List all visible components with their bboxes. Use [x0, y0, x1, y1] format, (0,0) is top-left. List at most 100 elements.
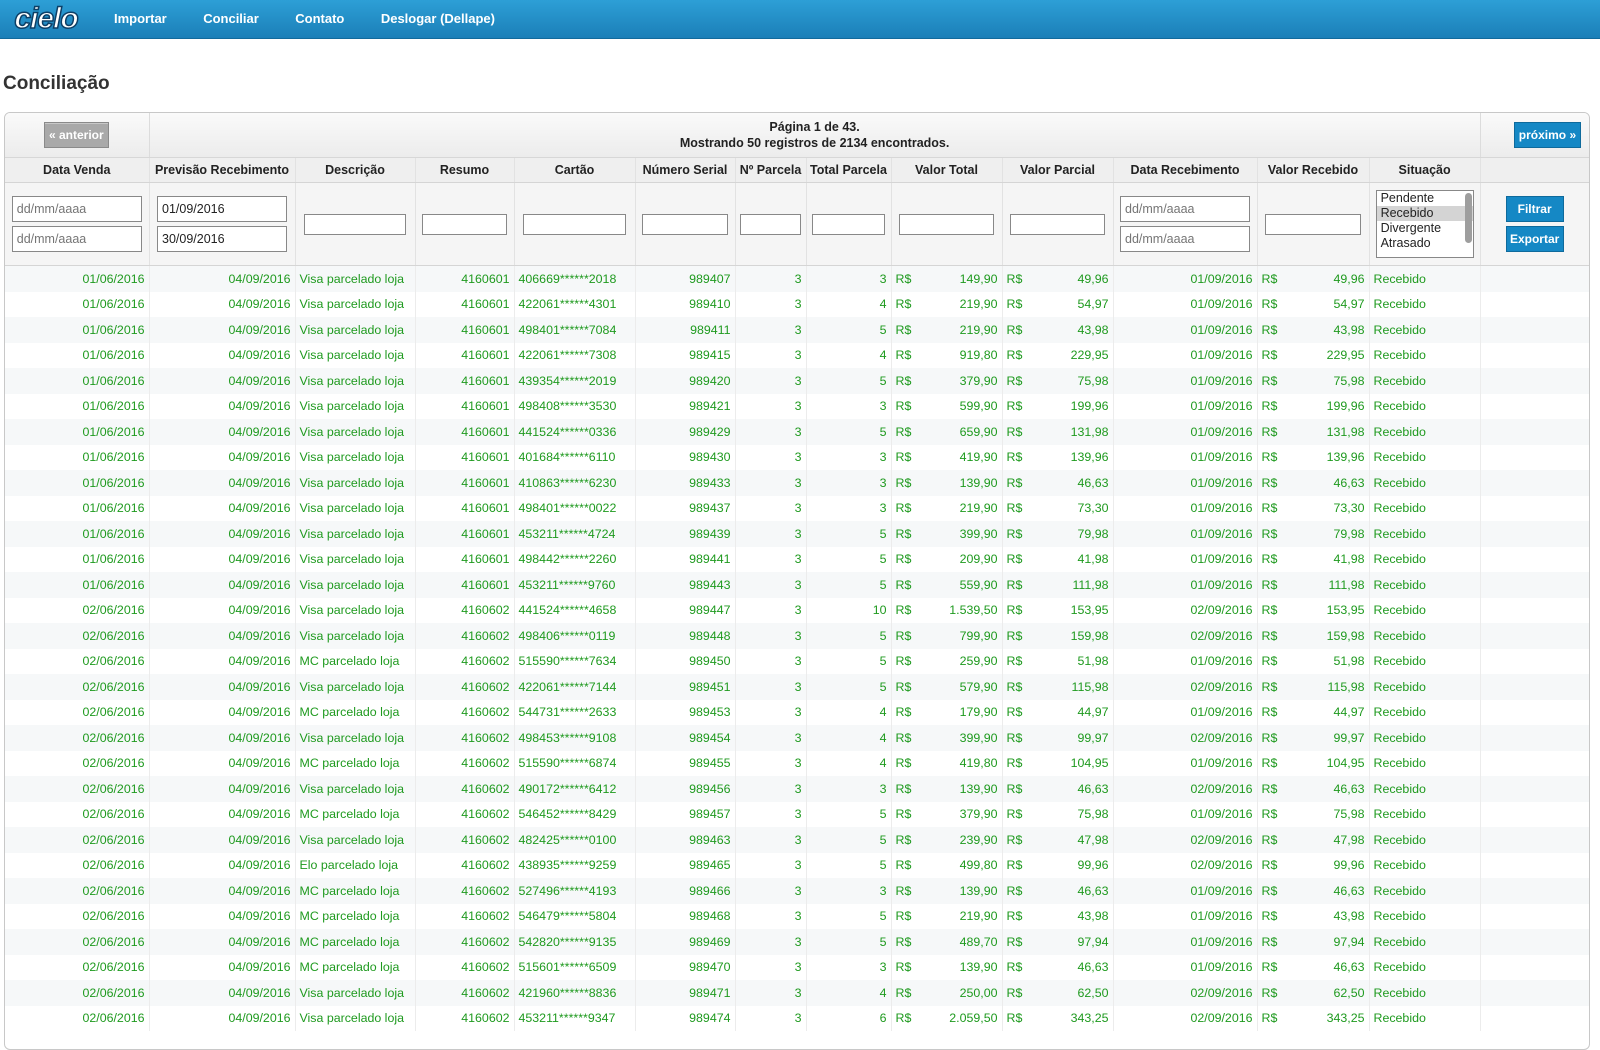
- nav-deslogar[interactable]: Deslogar (Dellape): [381, 11, 495, 26]
- previsao-to-input[interactable]: [157, 226, 287, 252]
- situacao-option-pendente[interactable]: Pendente: [1377, 191, 1473, 206]
- cell-actions: [1480, 265, 1589, 292]
- cartao-filter-input[interactable]: [522, 213, 627, 235]
- table-row[interactable]: 01/06/2016 04/09/2016 Visa parcelado loja 4…: [5, 470, 1589, 496]
- situacao-listbox[interactable]: Pendente Recebido Divergente Atrasado: [1375, 190, 1474, 258]
- cell-resumo: 4160602: [415, 674, 515, 700]
- serial-filter-input[interactable]: [642, 213, 728, 235]
- cell-previsao: 04/09/2016: [149, 648, 296, 674]
- col-valor-recebido[interactable]: Valor Recebido: [1257, 157, 1370, 183]
- cell-previsao: 04/09/2016: [149, 265, 296, 292]
- col-cartao[interactable]: Cartão: [514, 157, 636, 183]
- data-receb-to-input[interactable]: [1120, 226, 1250, 252]
- descricao-filter-input[interactable]: [303, 213, 407, 235]
- nav-importar[interactable]: Importar: [114, 11, 167, 26]
- currency-symbol: R$: [895, 322, 912, 337]
- cell-actions: [1480, 470, 1589, 496]
- table-row[interactable]: 02/06/2016 04/09/2016 Visa parcelado loja 4…: [5, 1005, 1589, 1031]
- amount: 659,90: [959, 424, 998, 439]
- cell-resumo: 4160602: [415, 597, 515, 623]
- col-n-parcela[interactable]: Nº Parcela: [735, 157, 807, 183]
- table-row[interactable]: 02/06/2016 04/09/2016 MC parcelado loja 416…: [5, 750, 1589, 776]
- table-row[interactable]: 01/06/2016 04/09/2016 Visa parcelado loja 4…: [5, 546, 1589, 572]
- col-valor-parcial[interactable]: Valor Parcial: [1002, 157, 1114, 183]
- situacao-option-atrasado[interactable]: Atrasado: [1377, 236, 1473, 251]
- cell-serial: 989474: [635, 1005, 736, 1031]
- cell-situacao: Recebido: [1369, 699, 1481, 725]
- prev-page-button[interactable]: « anterior: [44, 122, 109, 148]
- total-parcela-filter-input[interactable]: [812, 213, 885, 235]
- cell-valor-recebido: R$ 44,97: [1257, 699, 1370, 725]
- table-row[interactable]: 01/06/2016 04/09/2016 Visa parcelado loja 4…: [5, 444, 1589, 470]
- n-parcela-filter-input[interactable]: [740, 213, 801, 235]
- resumo-filter-input[interactable]: [422, 213, 507, 235]
- table-row[interactable]: 01/06/2016 04/09/2016 Visa parcelado loja 4…: [5, 572, 1589, 598]
- cell-previsao: 04/09/2016: [149, 546, 296, 572]
- table-row[interactable]: 02/06/2016 04/09/2016 Elo parcelado loja 41…: [5, 852, 1589, 878]
- currency-symbol: R$: [1006, 348, 1023, 363]
- table-row[interactable]: 02/06/2016 04/09/2016 MC parcelado loja 416…: [5, 878, 1589, 904]
- filter-button[interactable]: Filtrar: [1505, 196, 1564, 222]
- next-page-button[interactable]: próximo »: [1513, 122, 1582, 148]
- cell-cartao: 453211******9760: [514, 572, 636, 598]
- col-resumo[interactable]: Resumo: [415, 157, 515, 183]
- cell-n-parcela: 3: [735, 648, 807, 674]
- valor-parcial-filter-input[interactable]: [1010, 213, 1105, 235]
- previsao-from-input[interactable]: [157, 196, 287, 222]
- table-row[interactable]: 02/06/2016 04/09/2016 Visa parcelado loja 4…: [5, 623, 1589, 649]
- valor-total-filter-input[interactable]: [899, 213, 994, 235]
- cell-resumo: 4160602: [415, 801, 515, 827]
- table-row[interactable]: 01/06/2016 04/09/2016 Visa parcelado loja 4…: [5, 419, 1589, 445]
- table-row[interactable]: 01/06/2016 04/09/2016 Visa parcelado loja 4…: [5, 265, 1589, 292]
- col-valor-total[interactable]: Valor Total: [891, 157, 1003, 183]
- table-row[interactable]: 01/06/2016 04/09/2016 Visa parcelado loja 4…: [5, 342, 1589, 368]
- col-descricao[interactable]: Descrição: [295, 157, 416, 183]
- col-numero-serial[interactable]: Número Serial: [635, 157, 736, 183]
- situacao-option-divergente[interactable]: Divergente: [1377, 221, 1473, 236]
- nav-contato[interactable]: Contato: [295, 11, 344, 26]
- listbox-scrollbar[interactable]: [1464, 193, 1472, 243]
- export-button[interactable]: Exportar: [1505, 226, 1564, 252]
- cell-descricao: Visa parcelado loja: [295, 368, 416, 394]
- table-row[interactable]: 01/06/2016 04/09/2016 Visa parcelado loja 4…: [5, 317, 1589, 343]
- table-row[interactable]: 02/06/2016 04/09/2016 MC parcelado loja 416…: [5, 699, 1589, 725]
- data-venda-from-input[interactable]: [11, 196, 142, 222]
- table-row[interactable]: 02/06/2016 04/09/2016 MC parcelado loja 416…: [5, 929, 1589, 955]
- situacao-option-recebido[interactable]: Recebido: [1376, 206, 1473, 221]
- table-row[interactable]: 02/06/2016 04/09/2016 Visa parcelado loja 4…: [5, 597, 1589, 623]
- table-row[interactable]: 01/06/2016 04/09/2016 Visa parcelado loja 4…: [5, 291, 1589, 317]
- table-row[interactable]: 01/06/2016 04/09/2016 Visa parcelado loja 4…: [5, 495, 1589, 521]
- table-row[interactable]: 02/06/2016 04/09/2016 Visa parcelado loja 4…: [5, 776, 1589, 802]
- table-row[interactable]: 02/06/2016 04/09/2016 MC parcelado loja 416…: [5, 801, 1589, 827]
- currency-symbol: R$: [895, 883, 912, 898]
- nav-conciliar[interactable]: Conciliar: [203, 11, 259, 26]
- cell-n-parcela: 3: [735, 1005, 807, 1031]
- cell-previsao: 04/09/2016: [149, 342, 296, 368]
- table-row[interactable]: 01/06/2016 04/09/2016 Visa parcelado loja 4…: [5, 521, 1589, 547]
- col-previsao-recebimento[interactable]: Previsão Recebimento: [149, 157, 296, 183]
- cell-data-venda: 01/06/2016: [5, 419, 150, 445]
- cell-valor-parcial: R$ 97,94: [1002, 929, 1114, 955]
- col-data-recebimento[interactable]: Data Recebimento: [1113, 157, 1258, 183]
- table-row[interactable]: 02/06/2016 04/09/2016 MC parcelado loja 416…: [5, 903, 1589, 929]
- col-situacao[interactable]: Situação: [1369, 157, 1481, 183]
- cell-previsao: 04/09/2016: [149, 954, 296, 980]
- table-row[interactable]: 02/06/2016 04/09/2016 Visa parcelado loja 4…: [5, 827, 1589, 853]
- valor-recebido-filter-input[interactable]: [1265, 213, 1361, 235]
- cell-situacao: Recebido: [1369, 878, 1481, 904]
- table-row[interactable]: 02/06/2016 04/09/2016 Visa parcelado loja 4…: [5, 725, 1589, 751]
- col-total-parcela[interactable]: Total Parcela: [806, 157, 892, 183]
- table-row[interactable]: 01/06/2016 04/09/2016 Visa parcelado loja 4…: [5, 368, 1589, 394]
- table-row[interactable]: 02/06/2016 04/09/2016 Visa parcelado loja 4…: [5, 980, 1589, 1006]
- table-row[interactable]: 02/06/2016 04/09/2016 Visa parcelado loja 4…: [5, 674, 1589, 700]
- table-row[interactable]: 01/06/2016 04/09/2016 Visa parcelado loja 4…: [5, 393, 1589, 419]
- data-venda-to-input[interactable]: [11, 226, 142, 252]
- cielo-logo[interactable]: cielo: [0, 0, 92, 38]
- table-row[interactable]: 02/06/2016 04/09/2016 MC parcelado loja 416…: [5, 954, 1589, 980]
- cell-valor-total: R$ 239,90: [891, 827, 1003, 853]
- cell-n-parcela: 3: [735, 572, 807, 598]
- col-data-venda[interactable]: Data Venda: [5, 157, 150, 183]
- data-receb-from-input[interactable]: [1120, 196, 1250, 222]
- table-row[interactable]: 02/06/2016 04/09/2016 MC parcelado loja 416…: [5, 648, 1589, 674]
- cell-cartao: 421960******8836: [514, 980, 636, 1006]
